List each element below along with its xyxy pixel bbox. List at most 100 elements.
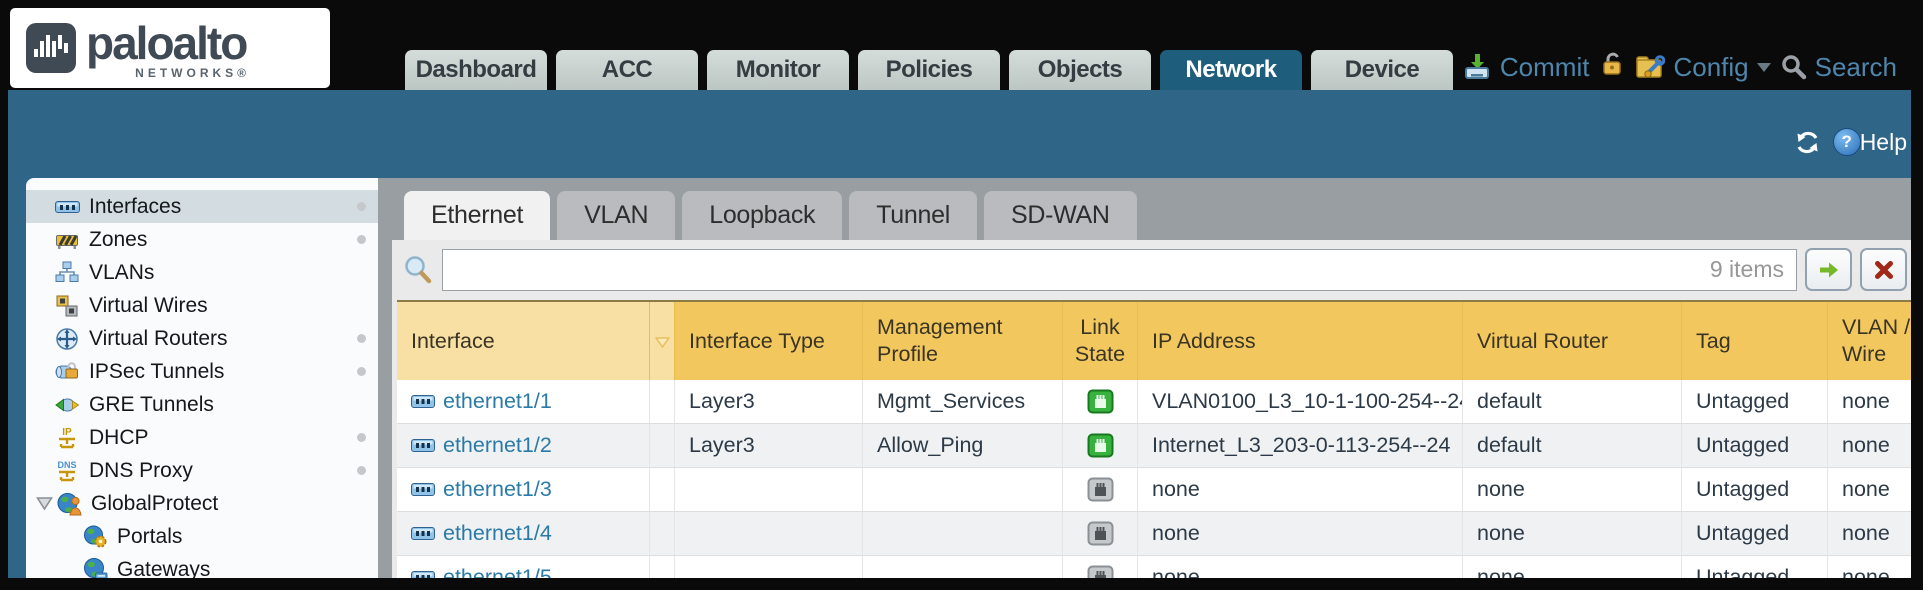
apply-filter-button[interactable] <box>1805 248 1852 291</box>
cell-sort <box>650 468 675 511</box>
search-button[interactable]: Search <box>1781 52 1897 83</box>
cell-name: ethernet1/1 <box>397 380 650 423</box>
table-row[interactable]: ethernet1/2 Layer3Allow_Ping Internet_L3_2… <box>397 424 1911 468</box>
table-row[interactable]: ethernet1/4nonenoneUntaggednone <box>397 512 1911 556</box>
nav-tab-policies[interactable]: Policies <box>858 50 1000 90</box>
column-header-name[interactable]: Interface <box>397 302 650 380</box>
cell-ip: none <box>1138 512 1463 555</box>
cell-tag: Untagged <box>1682 468 1828 511</box>
sidebar-item-vlans[interactable]: VLANs <box>26 256 378 289</box>
clear-filter-button[interactable] <box>1860 248 1907 291</box>
cell-sort <box>650 424 675 467</box>
cell-link <box>1063 512 1138 555</box>
cell-sort <box>650 512 675 555</box>
column-header-vlan[interactable]: VLAN / V Wire <box>1828 302 1911 380</box>
cell-tag: Untagged <box>1682 424 1828 467</box>
svg-text:IP: IP <box>62 427 72 438</box>
tab-tunnel[interactable]: Tunnel <box>849 191 977 240</box>
column-header-type[interactable]: Interface Type <box>675 302 863 380</box>
sidebar-item-dns-proxy[interactable]: DNSDNS Proxy <box>26 454 378 487</box>
column-header-vrouter[interactable]: Virtual Router <box>1463 302 1682 380</box>
table-row[interactable]: ethernet1/3nonenoneUntaggednone <box>397 468 1911 512</box>
sidebar-item-label: DNS Proxy <box>89 459 193 483</box>
dhcp-icon: IP <box>54 425 80 451</box>
nav-tab-dashboard[interactable]: Dashboard <box>405 50 547 90</box>
cell-type: Layer3 <box>675 424 863 467</box>
cell-vlan: none <box>1828 468 1911 511</box>
column-header-label: Virtual Router <box>1477 328 1608 355</box>
cell-profile: Allow_Ping <box>863 424 1063 467</box>
sidebar-item-label: Virtual Routers <box>89 327 228 351</box>
virtual-wires-icon <box>54 293 80 319</box>
cell-type <box>675 512 863 555</box>
interface-link[interactable]: ethernet1/5 <box>443 565 552 578</box>
filter-input-wrap: 9 items <box>442 249 1797 291</box>
cell-name: ethernet1/5 <box>397 556 650 578</box>
column-header-sort-menu[interactable] <box>650 302 675 380</box>
globalprotect-icon <box>56 491 82 517</box>
item-status-dot <box>357 235 366 244</box>
help-button[interactable]: ? Help <box>1833 128 1907 156</box>
sidebar-item-label: Interfaces <box>89 195 181 219</box>
column-header-tag[interactable]: Tag <box>1682 302 1828 380</box>
cell-ip: none <box>1138 556 1463 578</box>
filter-input[interactable] <box>443 256 1710 283</box>
network-sidebar: Interfaces ZonesVLANs Virtual Wires Virtual… <box>26 178 378 578</box>
sidebar-item-dhcp[interactable]: IPDHCP <box>26 421 378 454</box>
interface-link[interactable]: ethernet1/4 <box>443 521 552 546</box>
interface-link[interactable]: ethernet1/1 <box>443 389 552 414</box>
tab-vlan[interactable]: VLAN <box>557 191 675 240</box>
lock-icon[interactable] <box>1599 51 1625 84</box>
nav-tab-acc[interactable]: ACC <box>556 50 698 90</box>
cell-vlan: none <box>1828 424 1911 467</box>
ipsec-tunnels-icon <box>54 359 80 385</box>
cell-vlan: none <box>1828 556 1911 578</box>
cell-ip: Internet_L3_203-0-113-254--24 <box>1138 424 1463 467</box>
interface-link[interactable]: ethernet1/3 <box>443 477 552 502</box>
tab-sd-wan[interactable]: SD-WAN <box>984 191 1137 240</box>
nav-tab-objects[interactable]: Objects <box>1009 50 1151 90</box>
table-header-row: Interface Interface Type Management Profil… <box>397 300 1911 380</box>
cell-profile: Mgmt_Services <box>863 380 1063 423</box>
sidebar-item-virtual-routers[interactable]: Virtual Routers <box>26 322 378 355</box>
nav-tab-network[interactable]: Network <box>1160 50 1302 90</box>
sidebar-item-virtual-wires[interactable]: Virtual Wires <box>26 289 378 322</box>
cell-name: ethernet1/3 <box>397 468 650 511</box>
column-header-profile[interactable]: Management Profile <box>863 302 1063 380</box>
sort-dropdown-icon <box>655 329 670 354</box>
chevron-down-icon <box>1757 63 1771 72</box>
help-label: Help <box>1860 129 1907 156</box>
sidebar-item-label: GlobalProtect <box>91 492 218 516</box>
sidebar-item-zones[interactable]: Zones <box>26 223 378 256</box>
config-button[interactable]: Config <box>1635 52 1770 83</box>
sidebar-item-ipsec-tunnels[interactable]: IPSec Tunnels <box>26 355 378 388</box>
item-status-dot <box>357 334 366 343</box>
interfaces-table: Interface Interface Type Management Profil… <box>397 300 1911 578</box>
column-header-label: Interface Type <box>689 328 825 355</box>
table-row[interactable]: ethernet1/1Layer3Mgmt_ServicesVLAN0100_L… <box>397 380 1911 424</box>
column-header-ip[interactable]: IP Address <box>1138 302 1463 380</box>
interface-link[interactable]: ethernet1/2 <box>443 433 552 458</box>
sidebar-item-gre-tunnels[interactable]: GRE Tunnels <box>26 388 378 421</box>
tab-ethernet[interactable]: Ethernet <box>404 191 550 240</box>
cell-tag: Untagged <box>1682 556 1828 578</box>
sidebar-item-label: Virtual Wires <box>89 294 208 318</box>
main-content: EthernetVLANLoopbackTunnelSD-WAN 9 items <box>378 178 1911 578</box>
nav-tab-monitor[interactable]: Monitor <box>707 50 849 90</box>
column-header-label: VLAN / V Wire <box>1842 314 1911 368</box>
cell-name: ethernet1/4 <box>397 512 650 555</box>
cell-type: Layer3 <box>675 380 863 423</box>
column-header-link[interactable]: Link State <box>1063 302 1138 380</box>
expander-icon[interactable] <box>32 496 56 511</box>
interfaces-icon <box>54 194 80 220</box>
refresh-icon[interactable] <box>1794 129 1821 156</box>
ethernet-port-icon <box>411 439 435 452</box>
sidebar-item-portals[interactable]: Portals <box>26 520 378 553</box>
tab-loopback[interactable]: Loopback <box>682 191 842 240</box>
table-row[interactable]: ethernet1/5nonenoneUntaggednone <box>397 556 1911 578</box>
nav-tab-device[interactable]: Device <box>1311 50 1453 90</box>
sidebar-item-globalprotect[interactable]: GlobalProtect <box>26 487 378 520</box>
commit-button[interactable]: Commit <box>1462 52 1590 83</box>
sidebar-item-interfaces[interactable]: Interfaces <box>26 190 378 223</box>
sidebar-item-gateways[interactable]: Gateways <box>26 553 378 578</box>
